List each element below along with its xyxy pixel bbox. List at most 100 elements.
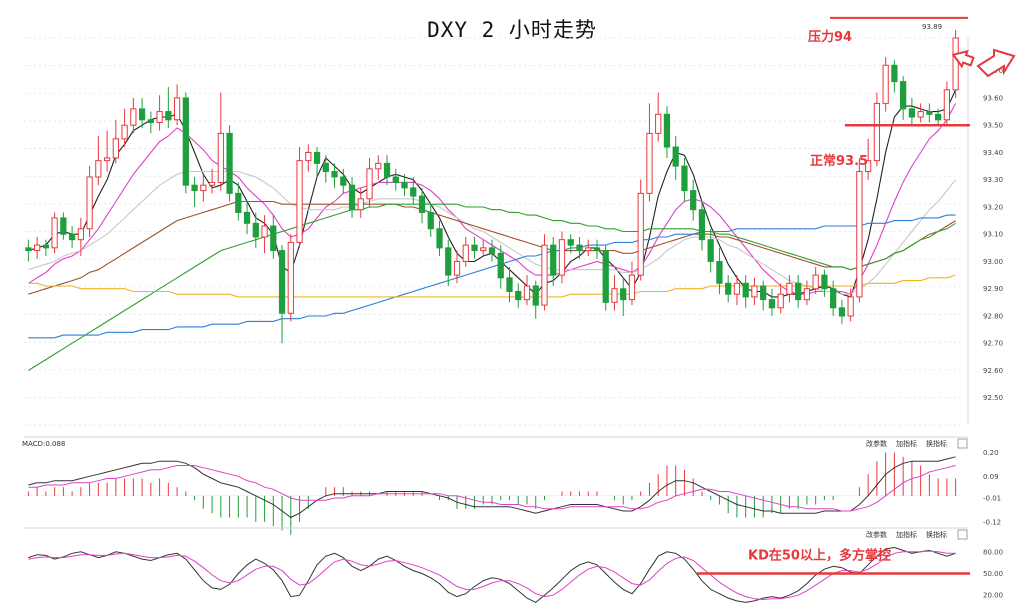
candle-body bbox=[165, 111, 172, 121]
indicator-button: 加指标 bbox=[896, 530, 917, 539]
moving-average-line bbox=[28, 89, 957, 298]
candle-body bbox=[121, 124, 128, 140]
moving-average-line bbox=[28, 103, 957, 295]
indicator-button: 加指标 bbox=[896, 439, 917, 448]
y-tick-label: 93.60 bbox=[983, 94, 1003, 102]
candle-body bbox=[173, 97, 181, 121]
candle-body bbox=[707, 239, 714, 262]
candle-body bbox=[278, 250, 286, 314]
y-tick-label: 92.90 bbox=[983, 285, 1003, 293]
candle-body bbox=[401, 181, 408, 189]
candle-body bbox=[690, 190, 697, 211]
candle-body bbox=[340, 176, 347, 186]
candle-body bbox=[130, 108, 137, 126]
candle-body bbox=[550, 244, 557, 276]
candle-body bbox=[830, 288, 837, 309]
candle-body bbox=[252, 222, 259, 238]
candle-body bbox=[523, 285, 531, 301]
candle-body bbox=[602, 250, 609, 303]
close-icon[interactable] bbox=[957, 529, 968, 540]
y-tick-label: 92.80 bbox=[983, 312, 1003, 320]
y-tick-label: 93.50 bbox=[983, 122, 1003, 130]
macd-header: MACD:0.088 bbox=[22, 440, 65, 448]
normal-label: 正常93.5 bbox=[810, 153, 868, 169]
indicator-button: 换指标 bbox=[926, 530, 947, 539]
candle-body bbox=[375, 162, 382, 170]
candle-body bbox=[821, 274, 828, 290]
candle-body bbox=[786, 282, 793, 295]
candle-body bbox=[42, 244, 49, 249]
candle-body bbox=[156, 111, 163, 123]
candle-body bbox=[305, 151, 312, 162]
indicator-button: 换指标 bbox=[926, 439, 947, 448]
candle-body bbox=[322, 162, 329, 173]
y-tick-label: 93.40 bbox=[983, 149, 1003, 157]
arrow-icon bbox=[976, 48, 1016, 78]
macd-y-tick: 0.09 bbox=[983, 473, 999, 481]
candle-body bbox=[77, 228, 84, 241]
candle-body bbox=[243, 211, 251, 224]
candle-body bbox=[60, 217, 67, 235]
candle-body bbox=[410, 187, 417, 197]
candle-body bbox=[296, 160, 303, 243]
kdj-y-tick: 50.00 bbox=[983, 570, 1003, 578]
candle-body bbox=[891, 64, 898, 83]
candle-body bbox=[471, 244, 478, 252]
candle-body bbox=[200, 184, 207, 192]
candle-body bbox=[838, 307, 846, 317]
y-tick-label: 93.20 bbox=[983, 203, 1003, 211]
candle-body bbox=[445, 247, 452, 276]
candle-body bbox=[235, 192, 242, 213]
candle-body bbox=[716, 260, 723, 284]
candle-body bbox=[147, 119, 154, 123]
candle-body bbox=[506, 277, 513, 292]
candle-body bbox=[25, 247, 32, 252]
candle-body bbox=[585, 247, 592, 252]
candle-body bbox=[812, 274, 819, 290]
candle-body bbox=[742, 282, 749, 298]
candle-body bbox=[803, 288, 811, 301]
macd-y-tick: -0.12 bbox=[983, 518, 1001, 526]
candle-body bbox=[733, 282, 741, 295]
candle-body bbox=[847, 296, 854, 317]
candle-body bbox=[760, 285, 767, 301]
candle-body bbox=[103, 157, 111, 162]
resistance-label: 压力94 bbox=[808, 29, 852, 45]
candle-body bbox=[86, 176, 93, 230]
candle-body bbox=[777, 293, 784, 309]
candle-body bbox=[138, 108, 146, 121]
candle-body bbox=[611, 288, 618, 303]
candle-body bbox=[917, 111, 924, 118]
candle-body bbox=[261, 225, 268, 238]
candle-body bbox=[191, 184, 198, 192]
candle-body bbox=[357, 198, 364, 211]
candle-body bbox=[182, 97, 189, 186]
candle-body bbox=[33, 244, 41, 252]
candle-body bbox=[908, 108, 916, 118]
candle-body bbox=[628, 274, 636, 301]
candle-body bbox=[392, 176, 399, 183]
candle-body bbox=[313, 151, 321, 164]
candle-body bbox=[558, 239, 566, 276]
candle-body bbox=[663, 113, 671, 148]
close-icon[interactable] bbox=[957, 438, 968, 449]
indicator-button: 改参数 bbox=[866, 439, 887, 448]
kdj-y-tick: 20.00 bbox=[983, 592, 1003, 600]
chart-canvas: 93.7093.6093.5093.4093.3093.2093.1093.00… bbox=[22, 16, 1016, 603]
candle-body bbox=[672, 146, 679, 167]
y-tick-label: 92.60 bbox=[983, 367, 1003, 375]
candle-body bbox=[488, 247, 496, 254]
candle-body bbox=[436, 228, 443, 249]
candle-body bbox=[637, 192, 644, 276]
macd-y-tick: -0.01 bbox=[983, 495, 1001, 503]
candle-body bbox=[698, 209, 706, 241]
candle-body bbox=[593, 247, 601, 252]
candle-body bbox=[497, 252, 504, 279]
candle-body bbox=[95, 160, 102, 178]
candle-body bbox=[576, 244, 583, 252]
candle-body bbox=[567, 239, 574, 246]
candle-body bbox=[270, 225, 277, 252]
candle-body bbox=[427, 211, 434, 230]
indicator-button: 改参数 bbox=[866, 530, 887, 539]
candle-body bbox=[226, 132, 233, 194]
